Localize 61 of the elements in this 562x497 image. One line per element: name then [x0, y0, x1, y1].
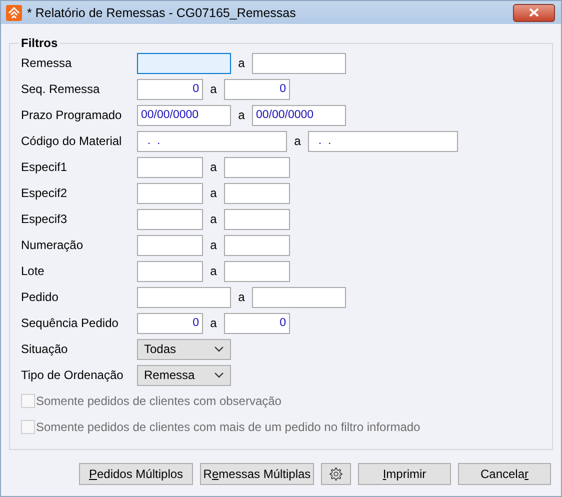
input-field[interactable] — [137, 286, 231, 308]
group-title: Filtros — [20, 36, 59, 50]
input-field[interactable] — [137, 52, 231, 74]
field-label: Situação — [21, 342, 69, 356]
input-field[interactable]: . . — [137, 130, 287, 152]
field-label: Seq. Remessa — [21, 82, 101, 96]
input-field[interactable] — [252, 286, 346, 308]
field-label: Lote — [21, 264, 46, 278]
field-label: Especif1 — [21, 160, 68, 174]
field-label: Código do Material — [21, 134, 123, 148]
close-button[interactable] — [513, 4, 555, 22]
range-separator: a — [209, 238, 218, 252]
range-separator: a — [209, 212, 218, 226]
dropdown[interactable]: Remessa — [137, 364, 231, 386]
action-button[interactable]: Cancelar — [458, 463, 551, 485]
field-label: Especif2 — [21, 186, 68, 200]
input-field[interactable] — [224, 234, 290, 256]
field-label: Numeração — [21, 238, 84, 252]
range-separator: a — [237, 56, 246, 70]
field-label: Remessa — [21, 56, 73, 70]
input-field[interactable] — [224, 260, 290, 282]
input-field[interactable] — [137, 156, 203, 178]
range-separator: a — [237, 108, 246, 122]
action-button[interactable]: Remessas Múltiplas — [200, 463, 314, 485]
input-field[interactable]: 0 — [224, 78, 290, 100]
input-field[interactable]: 00/00/0000 — [252, 104, 346, 126]
range-separator: a — [237, 290, 246, 304]
field-label: Sequência Pedido — [21, 316, 120, 330]
range-separator: a — [209, 82, 218, 96]
app-icon — [6, 4, 22, 20]
field-label: Especif3 — [21, 212, 68, 226]
action-button[interactable]: Imprimir — [358, 463, 451, 485]
input-field[interactable] — [137, 182, 203, 204]
input-field[interactable]: 0 — [137, 78, 203, 100]
chevron-down-icon — [214, 372, 224, 378]
input-field[interactable] — [252, 52, 346, 74]
settings-icon — [329, 467, 343, 481]
field-label: Pedido — [21, 290, 60, 304]
action-button[interactable]: Pedidos Múltiplos — [79, 463, 193, 485]
input-field[interactable]: . . — [308, 130, 458, 152]
field-label: Tipo de Ordenação — [21, 368, 124, 382]
field-label: Prazo Programado — [21, 108, 123, 122]
input-field[interactable] — [224, 208, 290, 230]
input-field[interactable] — [137, 234, 203, 256]
range-separator: a — [293, 134, 302, 148]
range-separator: a — [209, 316, 218, 330]
input-field[interactable] — [224, 156, 290, 178]
input-field[interactable]: 00/00/0000 — [137, 104, 231, 126]
input-field[interactable] — [224, 182, 290, 204]
dropdown[interactable]: Todas — [137, 338, 231, 360]
range-separator: a — [209, 160, 218, 174]
settings-button[interactable] — [321, 463, 351, 485]
chevron-down-icon — [214, 346, 224, 352]
range-separator: a — [209, 264, 218, 278]
window-title: * Relatório de Remessas - CG07165_Remessas — [27, 6, 297, 20]
range-separator: a — [209, 186, 218, 200]
input-field[interactable]: 0 — [224, 312, 290, 334]
input-field[interactable] — [137, 260, 203, 282]
input-field[interactable] — [137, 208, 203, 230]
close-icon — [529, 8, 539, 17]
input-field[interactable]: 0 — [137, 312, 203, 334]
